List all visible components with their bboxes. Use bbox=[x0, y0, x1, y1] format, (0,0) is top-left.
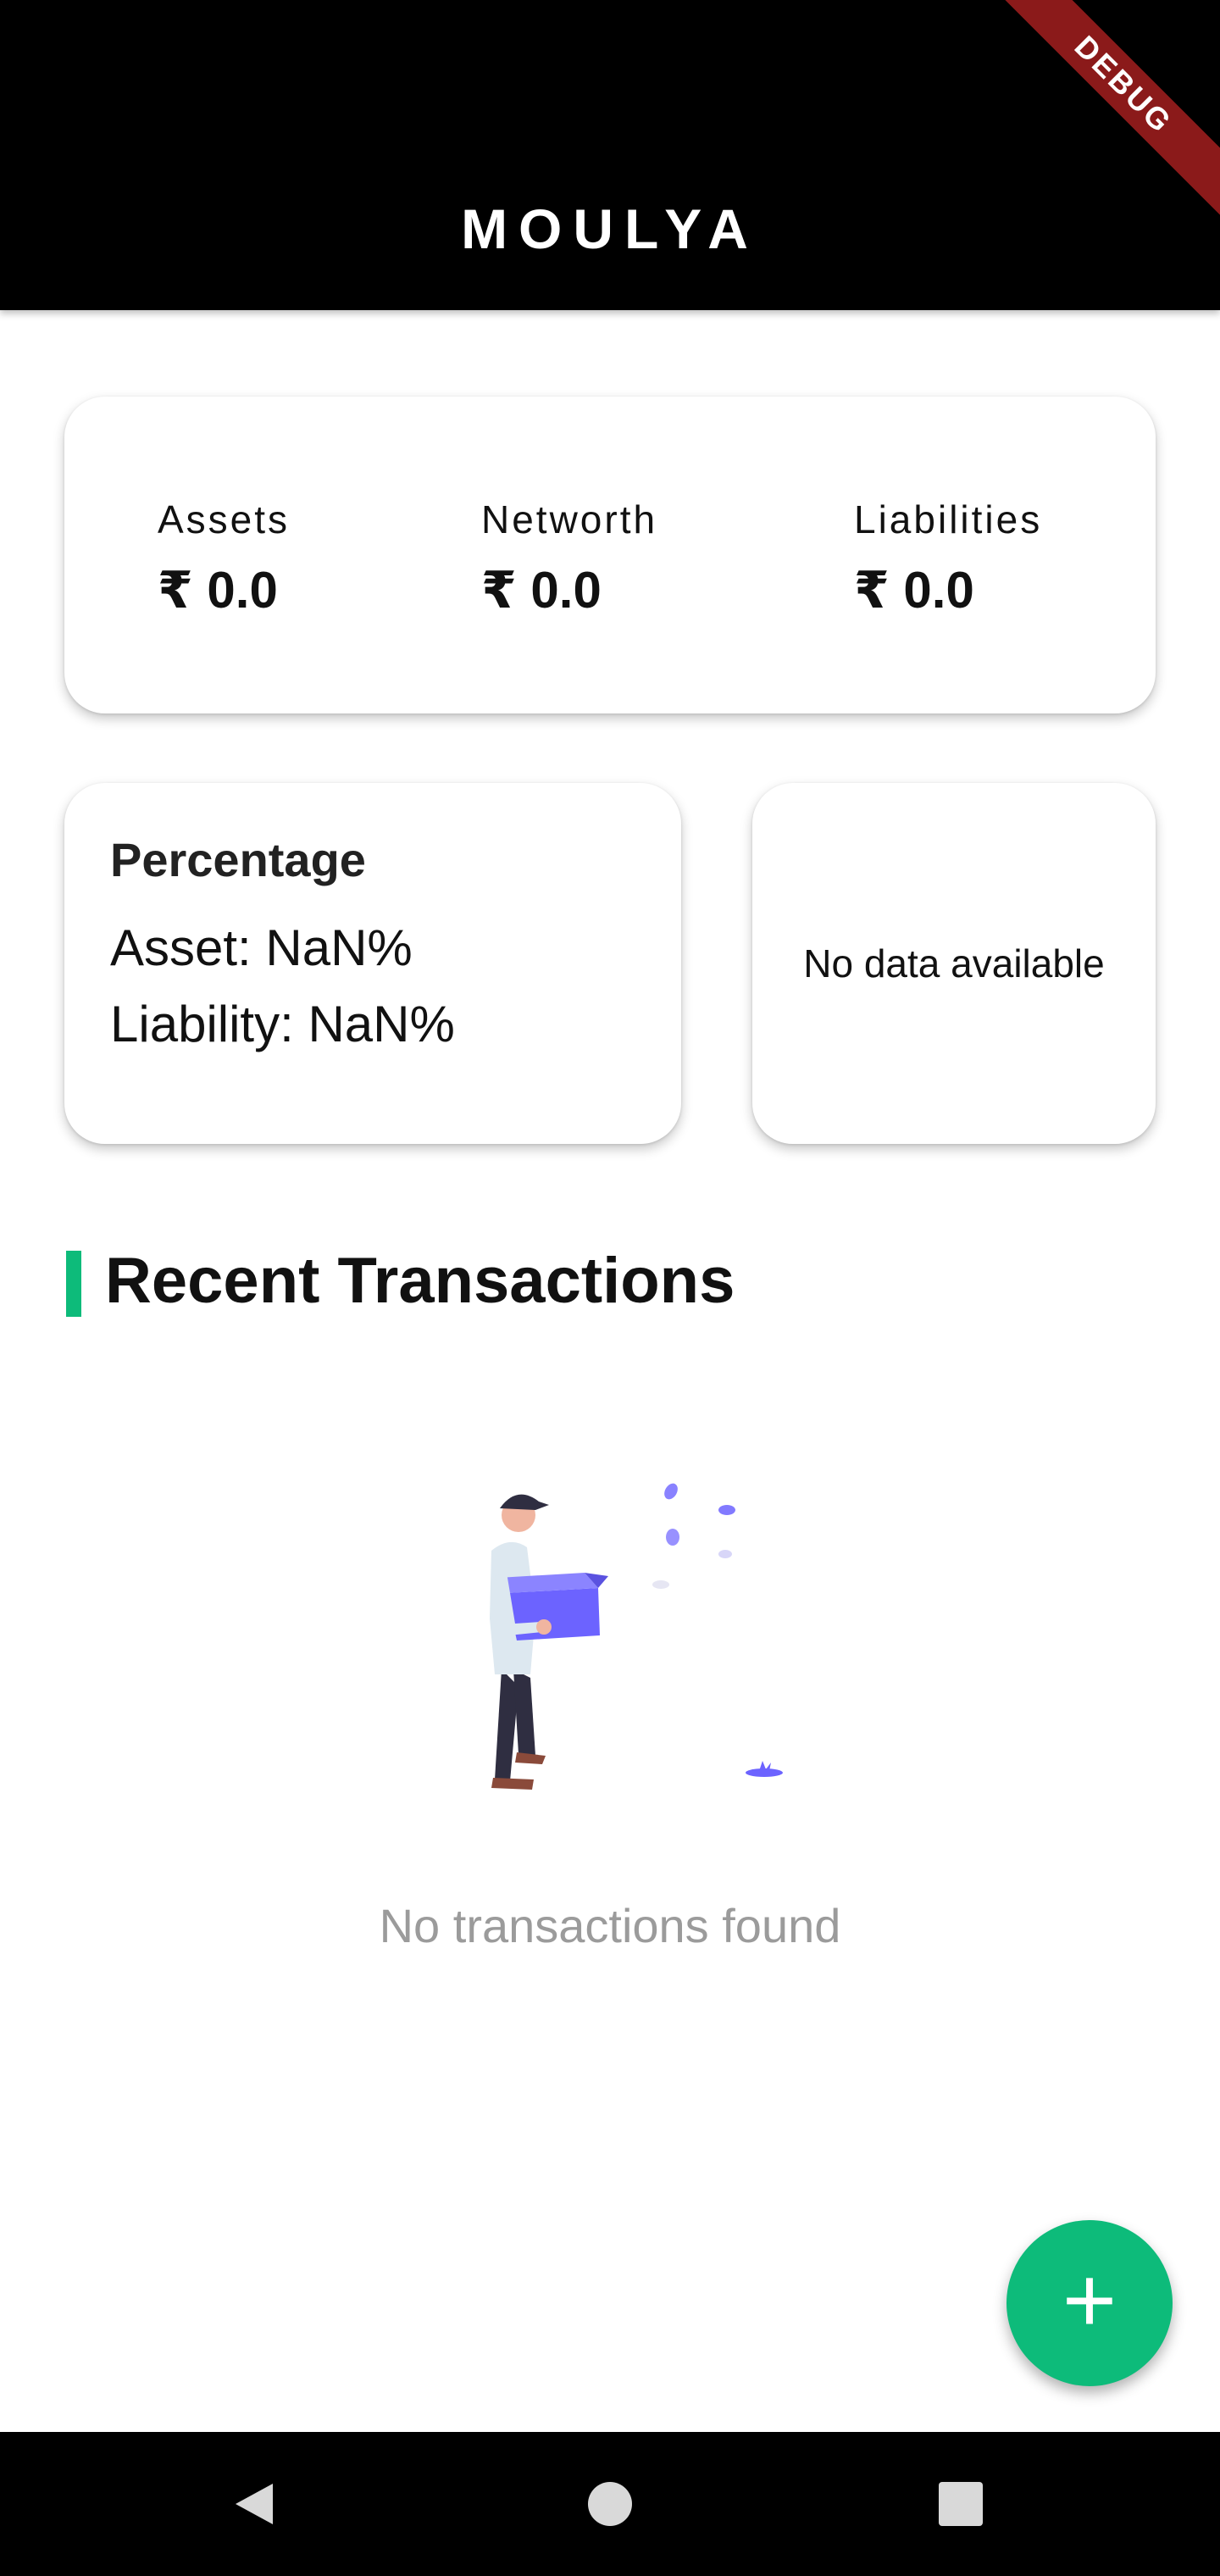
home-icon bbox=[588, 2482, 632, 2526]
assets-value: ₹ 0.0 bbox=[158, 562, 278, 619]
recent-transactions-title: Recent Transactions bbox=[105, 1245, 735, 1317]
add-transaction-button[interactable]: + bbox=[1006, 2220, 1173, 2386]
no-data-message: No data available bbox=[803, 941, 1105, 985]
assets-stat: Assets ₹ 0.0 bbox=[158, 497, 290, 620]
nav-home-button[interactable] bbox=[542, 2432, 678, 2576]
chart-card: No data available bbox=[752, 783, 1156, 1144]
recents-icon bbox=[939, 2482, 983, 2526]
networth-value: ₹ 0.0 bbox=[481, 562, 602, 619]
nav-recents-button[interactable] bbox=[893, 2432, 1029, 2576]
networth-label: Networth bbox=[481, 497, 658, 541]
liabilities-value: ₹ 0.0 bbox=[854, 562, 974, 619]
nav-back-button[interactable] bbox=[186, 2432, 322, 2576]
app-title: MOULYA bbox=[461, 197, 759, 260]
section-accent-bar bbox=[66, 1251, 81, 1317]
percentage-title: Percentage bbox=[110, 833, 366, 886]
summary-card: Assets ₹ 0.0 Networth ₹ 0.0 Liabilities … bbox=[64, 397, 1156, 713]
liabilities-label: Liabilities bbox=[854, 497, 1043, 541]
plus-icon: + bbox=[1062, 2248, 1117, 2352]
percentage-card: Percentage Asset: NaN% Liability: NaN% bbox=[64, 783, 681, 1144]
empty-box-illustration bbox=[490, 1483, 783, 1790]
liability-percentage: Liability: NaN% bbox=[110, 996, 455, 1052]
debug-banner: DEBUG bbox=[980, 0, 1220, 228]
networth-stat: Networth ₹ 0.0 bbox=[481, 497, 657, 620]
system-nav-bar bbox=[0, 2432, 1220, 2576]
asset-percentage: Asset: NaN% bbox=[110, 919, 413, 976]
back-icon bbox=[236, 2484, 273, 2524]
app-bar: MOULYA DEBUG bbox=[0, 0, 1220, 310]
empty-transactions-message: No transactions found bbox=[379, 1899, 841, 1952]
assets-label: Assets bbox=[158, 497, 291, 541]
liabilities-stat: Liabilities ₹ 0.0 bbox=[854, 497, 1042, 620]
